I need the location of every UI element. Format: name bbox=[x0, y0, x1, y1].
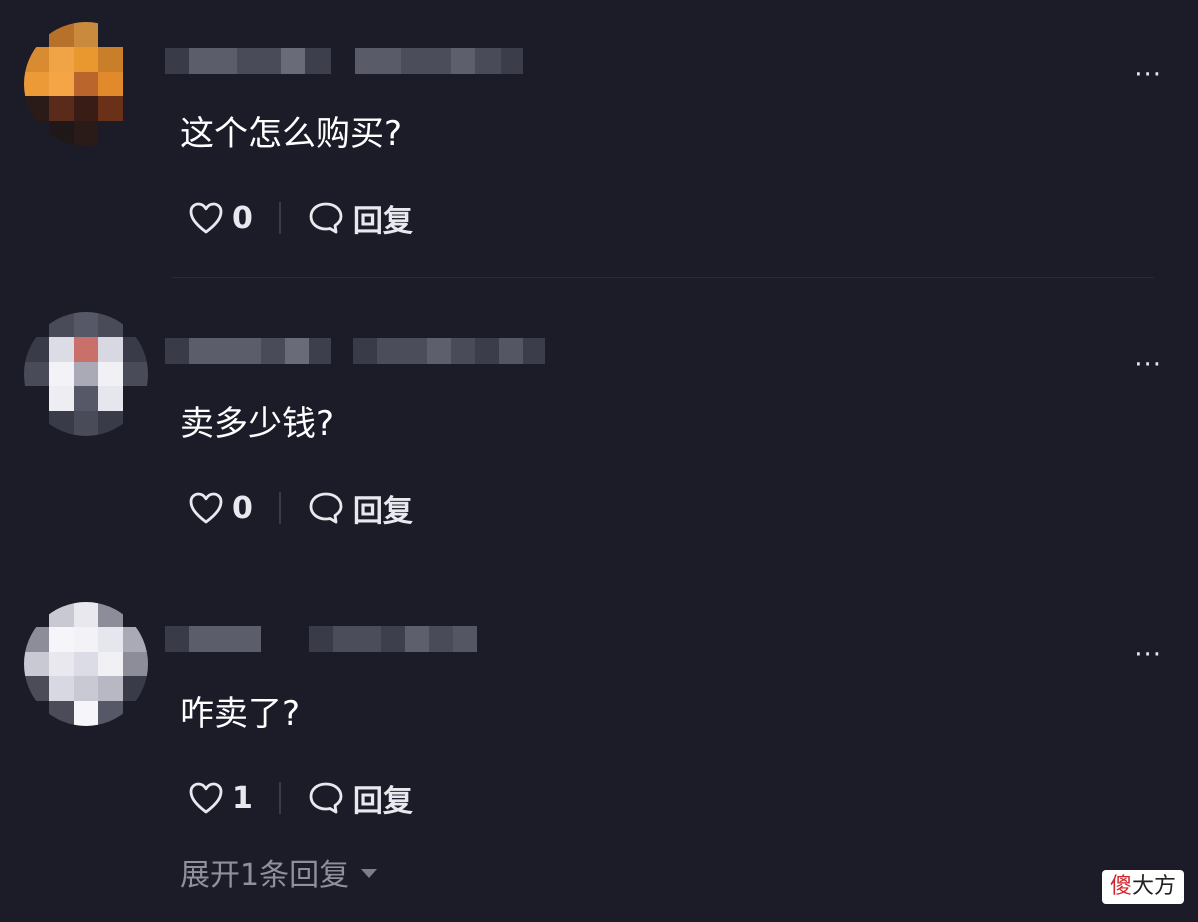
divider bbox=[172, 277, 1154, 278]
like-button[interactable]: 0 bbox=[188, 201, 253, 236]
watermark-part1: 傻 bbox=[1109, 874, 1132, 899]
avatar[interactable] bbox=[24, 22, 148, 146]
like-count: 0 bbox=[232, 490, 253, 526]
watermark: 傻大方 bbox=[1101, 870, 1184, 904]
comment-text: 这个怎么购买? bbox=[180, 114, 403, 154]
divider bbox=[278, 782, 281, 814]
like-count: 0 bbox=[232, 200, 253, 236]
comment-actions: 0 回复 bbox=[188, 196, 413, 240]
comment-text: 卖多少钱? bbox=[180, 404, 335, 444]
divider bbox=[278, 202, 281, 234]
comment-actions: 1 回复 bbox=[188, 776, 413, 820]
divider bbox=[278, 492, 281, 524]
comment-text: 咋卖了? bbox=[180, 694, 301, 734]
comment-item: ··· 这个怎么购买? 0 回复 bbox=[0, 0, 1198, 290]
watermark-part2: 大方 bbox=[1131, 874, 1176, 899]
more-options-button[interactable]: ··· bbox=[1134, 642, 1162, 668]
comment-bubble-icon bbox=[309, 202, 343, 234]
username-blurred bbox=[165, 338, 545, 364]
more-options-button[interactable]: ··· bbox=[1134, 62, 1162, 88]
comment-item: ··· 卖多少钱? 0 回复 bbox=[0, 290, 1198, 580]
avatar[interactable] bbox=[24, 312, 148, 436]
reply-label: 回复 bbox=[352, 784, 413, 819]
like-button[interactable]: 1 bbox=[188, 781, 253, 816]
reply-label: 回复 bbox=[352, 204, 413, 239]
comment-actions: 0 回复 bbox=[188, 486, 413, 530]
caret-down-icon bbox=[361, 868, 378, 878]
reply-button[interactable]: 回复 bbox=[307, 486, 413, 530]
expand-replies-label: 展开1条回复 bbox=[180, 858, 350, 893]
heart-icon bbox=[189, 492, 223, 524]
more-options-button[interactable]: ··· bbox=[1134, 352, 1162, 378]
heart-icon bbox=[189, 782, 223, 814]
reply-label: 回复 bbox=[352, 494, 413, 529]
expand-replies-button[interactable]: 展开1条回复 bbox=[180, 850, 378, 894]
comment-bubble-icon bbox=[309, 782, 343, 814]
username-blurred bbox=[165, 48, 523, 74]
comment-item: ··· 咋卖了? 1 回复 展开1条回复 bbox=[0, 580, 1198, 922]
username-blurred bbox=[165, 626, 477, 652]
avatar[interactable] bbox=[24, 602, 148, 726]
reply-button[interactable]: 回复 bbox=[307, 196, 413, 240]
like-count: 1 bbox=[232, 780, 253, 816]
like-button[interactable]: 0 bbox=[188, 491, 253, 526]
comment-bubble-icon bbox=[309, 492, 343, 524]
reply-button[interactable]: 回复 bbox=[307, 776, 413, 820]
heart-icon bbox=[189, 202, 223, 234]
